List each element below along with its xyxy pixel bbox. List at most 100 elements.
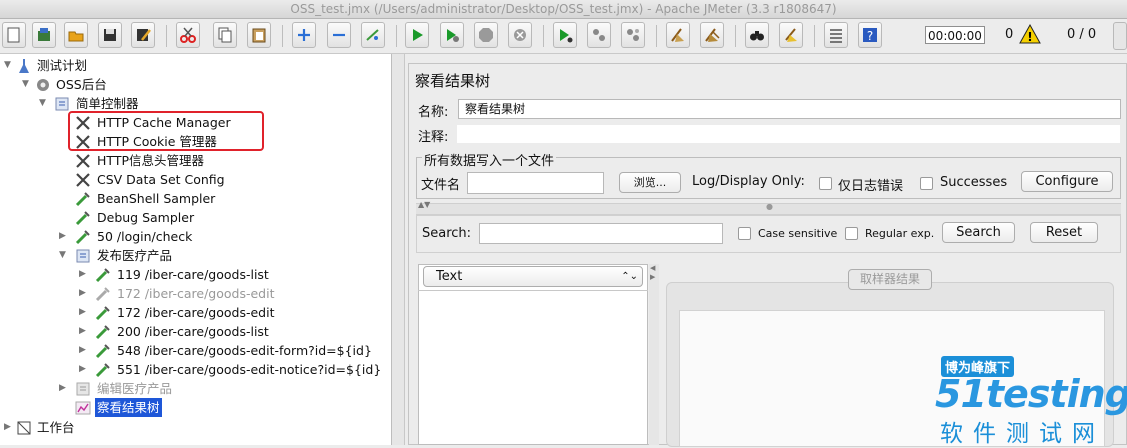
horizontal-splitter[interactable]: ▲▼ ● [416, 200, 1121, 215]
regex-checkbox[interactable] [845, 227, 858, 240]
expand-arrow-icon[interactable]: ▶ [79, 341, 86, 360]
warning-icon[interactable]: ! [1019, 24, 1041, 44]
thread-group-icon [37, 79, 49, 91]
case-sensitive-label: Case sensitive [758, 227, 838, 240]
svg-text:!: ! [1027, 30, 1032, 44]
copy-icon[interactable] [213, 22, 237, 48]
open-icon[interactable] [64, 22, 88, 48]
active-threads: 0 / 0 [1067, 27, 1097, 42]
remote-stop-icon[interactable] [587, 22, 611, 48]
start-no-pause-icon[interactable] [440, 22, 464, 48]
search-input[interactable] [479, 223, 723, 244]
successes-label: Successes [940, 175, 1008, 190]
sample-results-list[interactable] [418, 264, 648, 445]
save-icon[interactable] [98, 22, 122, 48]
sampler-pipette-icon [95, 325, 110, 340]
case-sensitive-checkbox[interactable] [738, 227, 751, 240]
splitter-grip-icon: ● [766, 202, 773, 211]
svg-text:?: ? [867, 29, 873, 43]
file-group-title: 所有数据写入一个文件 [422, 150, 557, 169]
remote-start-icon[interactable] [553, 22, 577, 48]
listener-graph-icon [75, 401, 91, 415]
expand-arrow-icon[interactable]: ▶ [79, 284, 86, 303]
expand-icon[interactable] [292, 22, 316, 48]
window-title: OSS_test.jmx (/Users/administrator/Deskt… [0, 0, 1127, 19]
templates-icon[interactable] [32, 22, 56, 48]
workbench-icon [17, 421, 31, 435]
renderer-select-value: Text [436, 269, 463, 284]
collapse-icon[interactable] [327, 22, 351, 48]
sampler-pipette-icon [75, 192, 90, 207]
comment-label: 注释: [418, 130, 449, 145]
expand-arrow-icon[interactable]: ▶ [79, 322, 86, 341]
remote-shutdown-icon[interactable] [621, 22, 645, 48]
save-as-icon[interactable] [131, 22, 155, 48]
cut-icon[interactable] [176, 22, 200, 48]
sampler-pipette-icon [95, 268, 110, 283]
search-button[interactable]: Search [942, 222, 1015, 243]
regex-label: Regular exp. [865, 227, 935, 240]
search-icon[interactable] [745, 22, 769, 48]
sampler-pipette-icon [75, 211, 90, 226]
sampler-pipette-icon [75, 230, 90, 245]
collapse-arrow-icon[interactable]: ▼ [22, 75, 29, 94]
log-display-label: Log/Display Only: [692, 174, 805, 189]
shutdown-icon[interactable] [508, 22, 532, 48]
name-input[interactable]: 察看结果树 [458, 99, 1121, 119]
paste-icon[interactable] [247, 22, 271, 48]
collapse-arrow-icon[interactable]: ▼ [4, 56, 11, 75]
sampler-pipette-icon [95, 287, 110, 302]
errors-only-checkbox[interactable] [819, 177, 832, 190]
clear-all-icon[interactable] [700, 22, 724, 48]
comment-input[interactable] [456, 124, 1121, 144]
expand-arrow-icon[interactable]: ▶ [79, 265, 86, 284]
test-plan-icon [19, 59, 29, 73]
wrench-icon [76, 154, 90, 168]
expand-arrow-icon[interactable]: ▶ [59, 227, 66, 246]
name-label: 名称: [418, 105, 449, 120]
configure-button[interactable]: Configure [1021, 171, 1113, 192]
filename-input[interactable] [467, 172, 604, 194]
controller-icon [76, 249, 90, 263]
warning-count: 0 [1005, 27, 1014, 42]
stop-icon[interactable] [474, 22, 498, 48]
sampler-pipette-icon [95, 363, 110, 378]
errors-only-label: 仅日志错误 [838, 179, 904, 194]
splitter-arrows-icon[interactable]: ◀ ▶ [650, 264, 655, 282]
collapse-arrow-icon[interactable]: ▼ [39, 94, 46, 113]
panel-title: 察看结果树 [415, 72, 491, 90]
tab-sampler-result[interactable]: 取样器结果 [848, 269, 932, 290]
splitter-arrows-icon[interactable]: ▲▼ [418, 200, 430, 209]
watermark-logo: 51testing [935, 372, 1127, 416]
new-icon[interactable] [2, 22, 26, 48]
start-icon[interactable] [405, 22, 429, 48]
filename-label: 文件名 [421, 178, 461, 193]
expand-arrow-icon[interactable]: ▶ [79, 303, 86, 322]
dropdown-arrow-icon: ⌃⌄ [621, 271, 638, 282]
controller-icon [55, 97, 69, 111]
expand-arrow-icon[interactable]: ▶ [59, 379, 66, 398]
successes-checkbox[interactable] [920, 177, 933, 190]
expand-arrow-icon[interactable]: ▶ [4, 418, 11, 437]
controller-icon [76, 382, 90, 396]
list-divider [418, 290, 648, 291]
toggle-icon[interactable] [361, 22, 385, 48]
wrench-icon [76, 173, 90, 187]
reset-search-icon[interactable] [779, 22, 803, 48]
running-indicator [1113, 22, 1127, 50]
tree-splitter[interactable] [392, 54, 405, 445]
renderer-select[interactable]: Text ⌃⌄ [423, 266, 643, 287]
expand-arrow-icon[interactable]: ▶ [79, 360, 86, 379]
reset-button[interactable]: Reset [1030, 222, 1098, 243]
sampler-pipette-icon [95, 306, 110, 321]
browse-button[interactable]: 浏览... [619, 172, 681, 193]
watermark-subtitle: 软件测试网 [940, 421, 1105, 447]
highlight-annotation [68, 111, 264, 151]
help-icon[interactable]: ? [858, 22, 882, 48]
vertical-splitter[interactable]: ◀ ▶ [649, 264, 659, 445]
clear-icon[interactable] [666, 22, 690, 48]
collapse-arrow-icon[interactable]: ▼ [59, 246, 66, 265]
function-helper-icon[interactable] [824, 22, 848, 48]
search-label: Search: [422, 226, 472, 241]
sampler-pipette-icon [95, 344, 110, 359]
